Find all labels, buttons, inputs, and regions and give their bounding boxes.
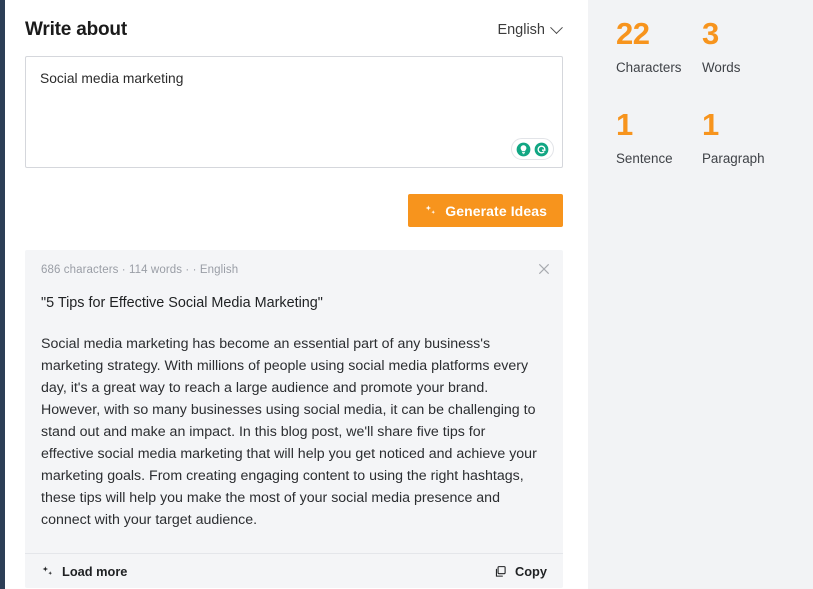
stats-panel: 22 Characters 3 Words 1 Sentence 1 Parag…	[588, 0, 813, 589]
stat-sentence: 1 Sentence	[616, 109, 702, 166]
stat-characters: 22 Characters	[616, 18, 702, 75]
grammarly-logo-icon[interactable]	[534, 142, 549, 157]
main-panel: Write about English Social media marketi…	[0, 0, 588, 589]
sparkle-icon	[425, 205, 436, 215]
stat-value: 3	[702, 16, 719, 51]
language-selector-label: English	[497, 22, 545, 38]
generate-row: Generate Ideas	[25, 194, 563, 227]
close-icon[interactable]	[537, 262, 551, 276]
copy-button[interactable]: Copy	[494, 564, 547, 579]
stat-value: 22	[616, 16, 650, 51]
result-card-footer: Load more Copy	[25, 553, 563, 588]
result-body: Social media marketing has become an ess…	[41, 336, 537, 529]
stat-label: Characters	[616, 60, 682, 75]
page-title: Write about	[25, 19, 127, 40]
sparkle-icon	[42, 565, 53, 575]
stat-value: 1	[616, 107, 633, 142]
panel-header: Write about English	[25, 0, 563, 56]
stats-grid: 22 Characters 3 Words 1 Sentence 1 Parag…	[616, 18, 813, 166]
generate-ideas-button-label: Generate Ideas	[445, 202, 547, 219]
load-more-button[interactable]: Load more	[41, 564, 127, 579]
language-selector[interactable]: English	[497, 20, 563, 38]
copy-icon	[495, 565, 506, 577]
result-meta: 686 characters · 114 words · · English	[41, 264, 239, 276]
stat-label: Words	[702, 60, 741, 75]
input-tools-group	[511, 138, 554, 160]
sidebar-edge-rail	[0, 0, 5, 589]
stat-words: 3 Words	[702, 18, 813, 75]
copy-label: Copy	[515, 563, 547, 579]
lightbulb-icon[interactable]	[516, 142, 531, 157]
generate-ideas-button[interactable]: Generate Ideas	[408, 194, 563, 227]
write-about-input[interactable]: Social media marketing	[25, 56, 563, 168]
stat-value: 1	[702, 107, 719, 142]
app-root: Write about English Social media marketi…	[0, 0, 813, 589]
write-about-input-value: Social media marketing	[40, 71, 184, 86]
result-title: "5 Tips for Effective Social Media Marke…	[41, 295, 323, 311]
load-more-label: Load more	[62, 563, 128, 579]
stat-label: Paragraph	[702, 151, 765, 166]
stat-paragraph: 1 Paragraph	[702, 109, 813, 166]
chevron-down-icon	[550, 20, 563, 34]
result-card: 686 characters · 114 words · · English "…	[25, 250, 563, 588]
stat-label: Sentence	[616, 151, 673, 166]
